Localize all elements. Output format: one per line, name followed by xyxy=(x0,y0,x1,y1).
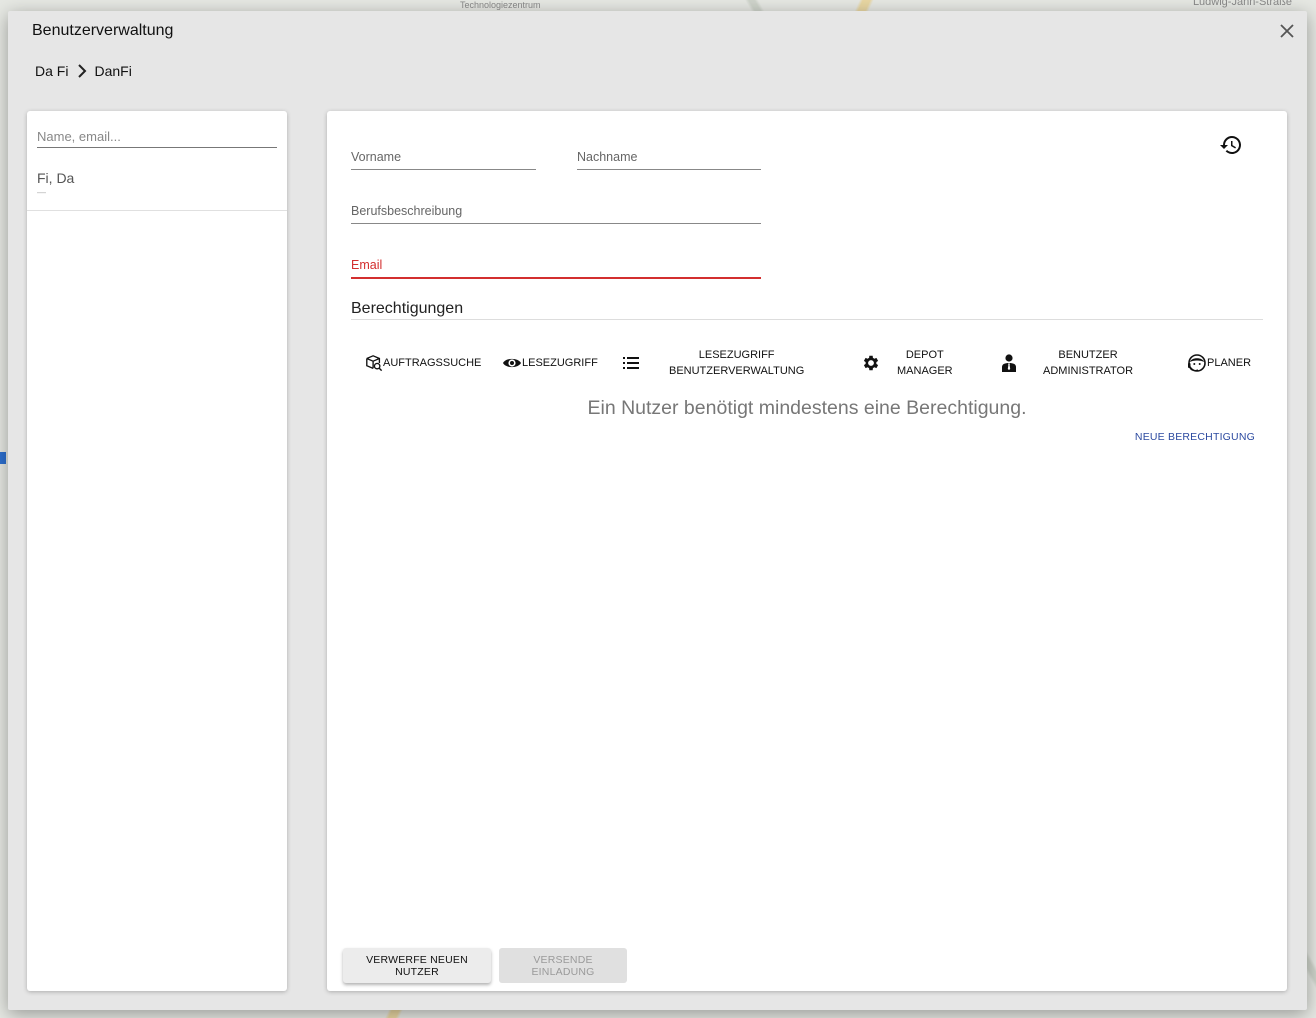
email-input[interactable] xyxy=(351,255,765,279)
permission-label: BENUTZER ADMINISTRATOR xyxy=(1043,349,1134,377)
permission-label: LESEZUGRIFF xyxy=(522,357,598,369)
permission-label: LESEZUGRIFF BENUTZERVERWALTUNG xyxy=(669,349,805,377)
user-list-item[interactable]: Fi, Da — xyxy=(27,165,287,211)
permission-label: AUFTRAGSSUCHE xyxy=(383,357,482,369)
lastname-field[interactable]: Nachname xyxy=(577,147,765,171)
job-description-field[interactable]: Berufsbeschreibung xyxy=(351,201,765,225)
breadcrumb: Da Fi DanFi xyxy=(35,63,132,79)
close-icon[interactable] xyxy=(1277,21,1297,41)
permission-lesezugriff[interactable]: LESEZUGRIFF xyxy=(502,345,598,381)
firstname-field[interactable]: Vorname xyxy=(351,147,540,171)
breadcrumb-item[interactable]: DanFi xyxy=(94,63,131,79)
user-list-panel: Fi, Da — xyxy=(27,111,287,991)
permissions-title: Berechtigungen xyxy=(351,300,464,317)
user-name: Fi, Da xyxy=(37,170,75,186)
firstname-input[interactable] xyxy=(351,147,540,171)
send-invitation-button[interactable]: VERSENDE EINLADUNG xyxy=(499,948,627,983)
email-field[interactable]: Email xyxy=(351,255,765,279)
permission-label: PLANER xyxy=(1207,357,1252,369)
breadcrumb-item[interactable]: Da Fi xyxy=(35,63,68,79)
permission-list: AUFTRAGSSUCHE LESEZUGRIFF LESEZUGRIFF BE… xyxy=(351,345,1263,381)
user-tie-icon xyxy=(1002,354,1016,372)
lastname-input[interactable] xyxy=(577,147,765,171)
package-search-icon xyxy=(366,355,383,372)
map-label: Technologiezentrum xyxy=(460,0,541,10)
permission-benutzer-administrator[interactable]: BENUTZER ADMINISTRATOR xyxy=(999,345,1133,381)
permission-label: DEPOT MANAGER xyxy=(897,349,953,377)
job-description-input[interactable] xyxy=(351,201,765,225)
map-label: Ludwig-Jahn-Straße xyxy=(1192,0,1292,8)
permission-depot-manager[interactable]: DEPOT MANAGER xyxy=(861,345,953,381)
user-subtitle: — xyxy=(37,187,46,197)
gear-icon xyxy=(863,355,879,371)
list-icon xyxy=(623,357,639,369)
permission-auftragssuche[interactable]: AUFTRAGSSUCHE xyxy=(365,345,481,381)
eye-icon xyxy=(503,358,521,368)
history-icon[interactable] xyxy=(1219,133,1243,157)
chevron-right-icon xyxy=(78,64,87,78)
no-permission-message: Ein Nutzer benötigt mindestens eine Bere… xyxy=(587,397,1027,419)
permission-planer[interactable]: PLANER xyxy=(1187,345,1251,381)
map-marker xyxy=(0,452,6,464)
permission-lesezugriff-benutzerverwaltung[interactable]: LESEZUGRIFF BENUTZERVERWALTUNG xyxy=(621,345,804,381)
user-management-dialog: Benutzerverwaltung Da Fi DanFi Fi, Da — … xyxy=(8,11,1307,1010)
new-permission-link[interactable]: NEUE BERECHTIGUNG xyxy=(1135,431,1255,443)
dialog-title: Benutzerverwaltung xyxy=(32,22,174,39)
permissions-divider xyxy=(351,319,1263,320)
user-search-input[interactable] xyxy=(37,125,277,148)
headset-icon xyxy=(1188,354,1206,372)
discard-new-user-button[interactable]: VERWERFE NEUEN NUTZER xyxy=(343,948,491,983)
user-form-panel: Vorname Nachname Berufsbeschreibung Emai… xyxy=(327,111,1287,991)
